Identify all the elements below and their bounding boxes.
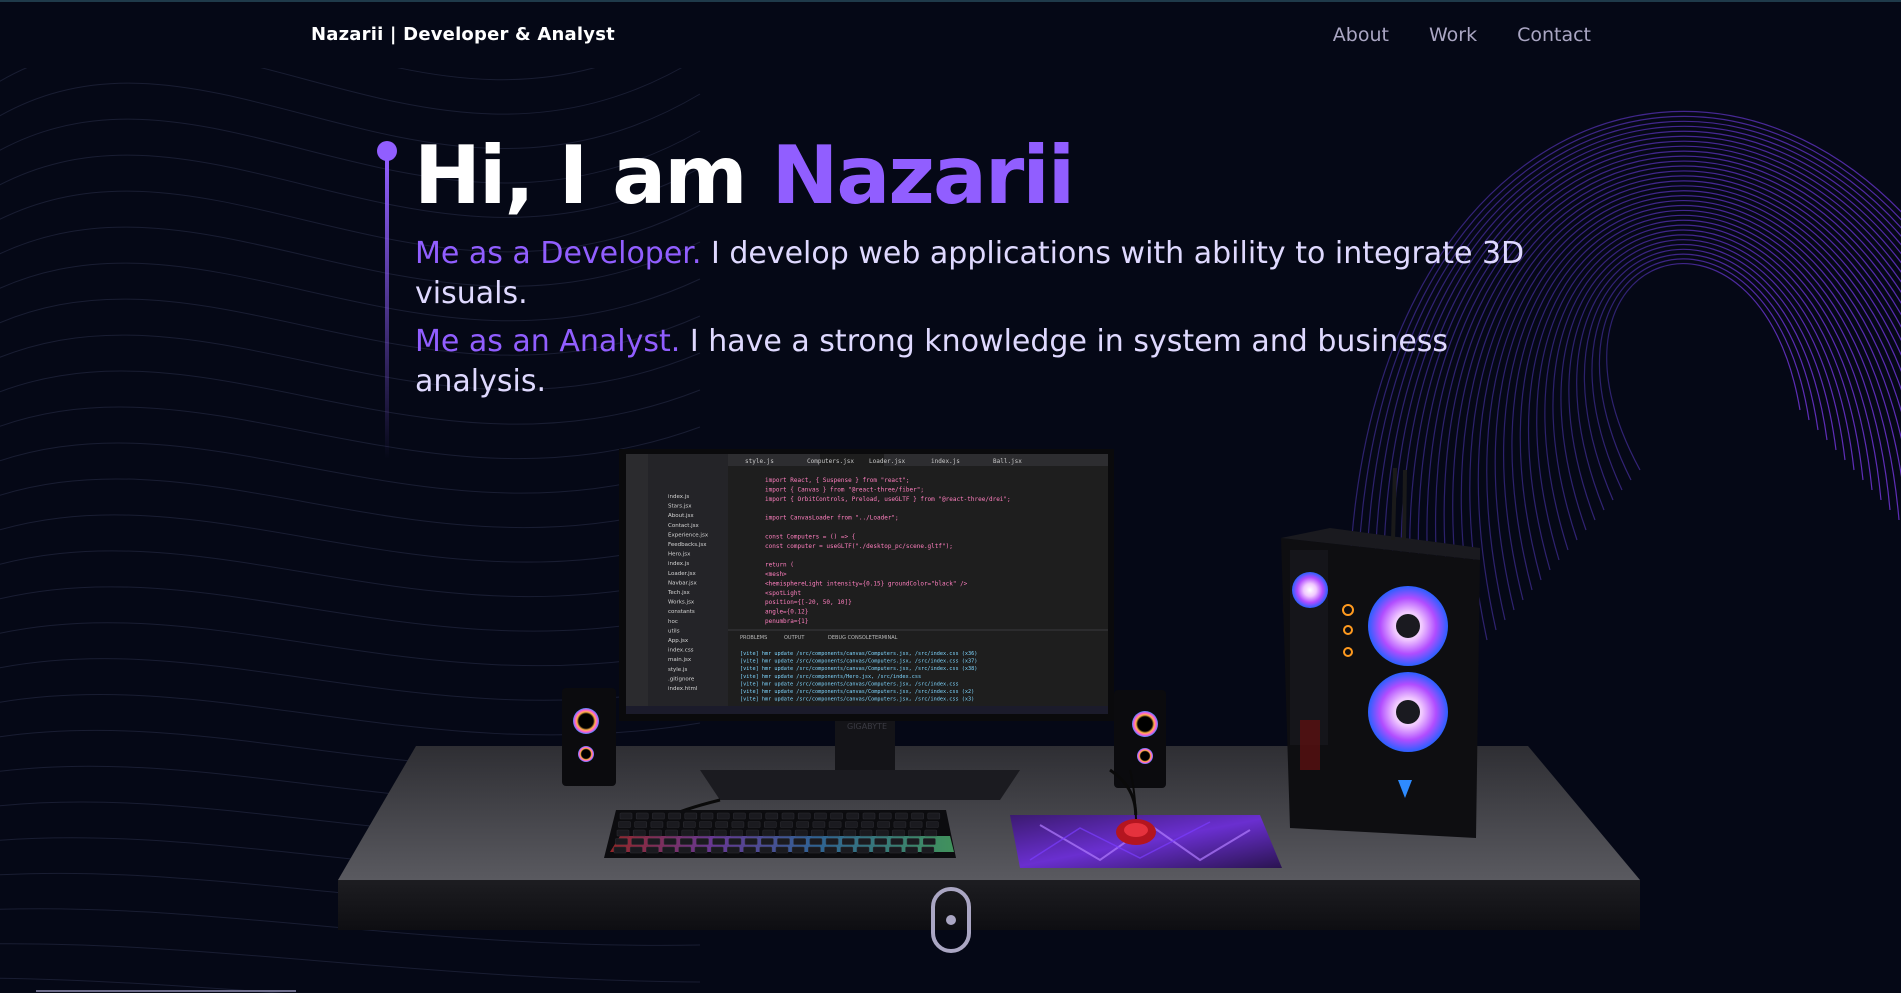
terminal-line: [vite] hmr update /src/components/canvas…	[740, 659, 977, 665]
navbar: Nazarii | Developer & Analyst About Work…	[0, 0, 1901, 68]
code-line: import React, { Suspense } from "react";	[765, 477, 910, 484]
code-line: import { OrbitControls, Preload, useGLTF…	[765, 496, 1011, 503]
editor-tab: index.js	[931, 458, 960, 465]
keyboard	[604, 810, 956, 858]
explorer-file-item: index.js	[668, 494, 689, 500]
explorer-file-item: hoc	[668, 619, 678, 625]
explorer-file-item: main.jsx	[668, 657, 692, 663]
explorer-file-item: Contact.jsx	[668, 523, 700, 529]
explorer-file-item: Navbar.jsx	[668, 580, 697, 586]
editor-tab: style.js	[745, 458, 774, 465]
panel-tab: TERMINAL	[871, 635, 898, 641]
terminal-line: [vite] hmr update /src/components/canvas…	[740, 689, 974, 695]
nav-link-contact[interactable]: Contact	[1517, 24, 1591, 46]
hero-developer-paragraph: Me as a Developer. I develop web applica…	[415, 234, 1535, 314]
brand-logo-link[interactable]: Nazarii | Developer & Analyst	[311, 24, 615, 45]
code-line: <mesh>	[765, 571, 787, 578]
analyst-highlight: Me as an Analyst.	[415, 324, 681, 359]
code-line: const computer = useGLTF("./desktop_pc/s…	[765, 543, 953, 550]
explorer-file-item: .gitignore	[668, 676, 695, 682]
terminal-line: [vite] hmr update /src/components/canvas…	[740, 666, 977, 672]
brand-tagline: Developer & Analyst	[403, 24, 615, 45]
code-line: const Computers = () => {	[765, 533, 855, 540]
panel-tab: OUTPUT	[784, 635, 805, 641]
explorer-file-item: constants	[668, 609, 695, 615]
nav-link-work[interactable]: Work	[1429, 24, 1477, 46]
code-line: angle={0.12}	[765, 609, 808, 616]
explorer-file-item: Feedbacks.jsx	[668, 542, 707, 548]
explorer-file-item: Hero.jsx	[668, 552, 691, 558]
hero-title: Hi, I am Nazarii	[414, 128, 1075, 224]
code-line: <spotLight	[765, 590, 802, 597]
developer-highlight: Me as a Developer.	[415, 236, 702, 271]
hero-name: Nazarii	[771, 129, 1075, 222]
hero-greeting: Hi, I am	[414, 129, 772, 222]
brand-separator: |	[389, 24, 404, 45]
explorer-file-item: Loader.jsx	[668, 571, 696, 577]
explorer-file-item: style.js	[668, 667, 687, 673]
nav-links: About Work Contact	[1333, 24, 1591, 46]
hero-analyst-paragraph: Me as an Analyst. I have a strong knowle…	[415, 322, 1535, 402]
hero-accent-dot	[377, 141, 397, 161]
explorer-file-item: utils	[668, 628, 680, 634]
bottom-progress-line	[36, 990, 296, 992]
terminal-line: [vite] hmr update /src/components/canvas…	[740, 697, 974, 703]
right-speaker	[1114, 690, 1166, 788]
explorer-file-item: About.jsx	[668, 513, 694, 519]
explorer-file-item: Works.jsx	[668, 600, 695, 606]
explorer-file-item: Tech.jsx	[667, 590, 690, 596]
explorer-file-item: Stars.jsx	[668, 504, 692, 510]
scroll-mouse-icon	[946, 915, 956, 925]
editor-tab: Computers.jsx	[807, 458, 854, 465]
panel-tab: DEBUG CONSOLE	[828, 635, 872, 641]
code-line: position={[-20, 50, 10]}	[765, 599, 852, 606]
code-line: penumbra={1}	[765, 618, 808, 625]
explorer-file-item: Experience.jsx	[668, 532, 709, 538]
editor-tab: Ball.jsx	[993, 458, 1022, 465]
explorer-file-item: index.html	[668, 686, 698, 692]
code-line: import { Canvas } from "@react-three/fib…	[765, 486, 924, 493]
explorer-file-item: App.jsx	[668, 638, 689, 644]
brand-name: Nazarii	[311, 24, 384, 45]
panel-tab: PROBLEMS	[740, 635, 767, 641]
pc-tower	[1281, 467, 1480, 838]
monitor-brand: GIGABYTE	[847, 722, 887, 731]
hero-accent-bar	[385, 159, 389, 459]
nav-link-about[interactable]: About	[1333, 24, 1389, 46]
terminal-line: [vite] hmr update /src/components/Hero.j…	[740, 674, 921, 680]
code-line: import CanvasLoader from "../Loader";	[765, 515, 899, 522]
hero-accent-line	[377, 141, 397, 461]
scroll-down-indicator[interactable]	[931, 887, 971, 953]
terminal-line: [vite] hmr update /src/components/canvas…	[740, 681, 959, 687]
code-line: <hemisphereLight intensity={0.15} ground…	[765, 580, 968, 587]
explorer-file-item: index.js	[668, 561, 689, 567]
editor-tab: Loader.jsx	[869, 458, 906, 465]
terminal-line: [vite] hmr update /src/components/canvas…	[740, 651, 977, 657]
monitor: GIGABYTE style.js Computers.jsx Loader.jsx…	[619, 449, 1114, 731]
code-line: return (	[765, 562, 794, 569]
explorer-file-item: index.css	[668, 648, 694, 654]
left-speaker	[562, 688, 616, 786]
